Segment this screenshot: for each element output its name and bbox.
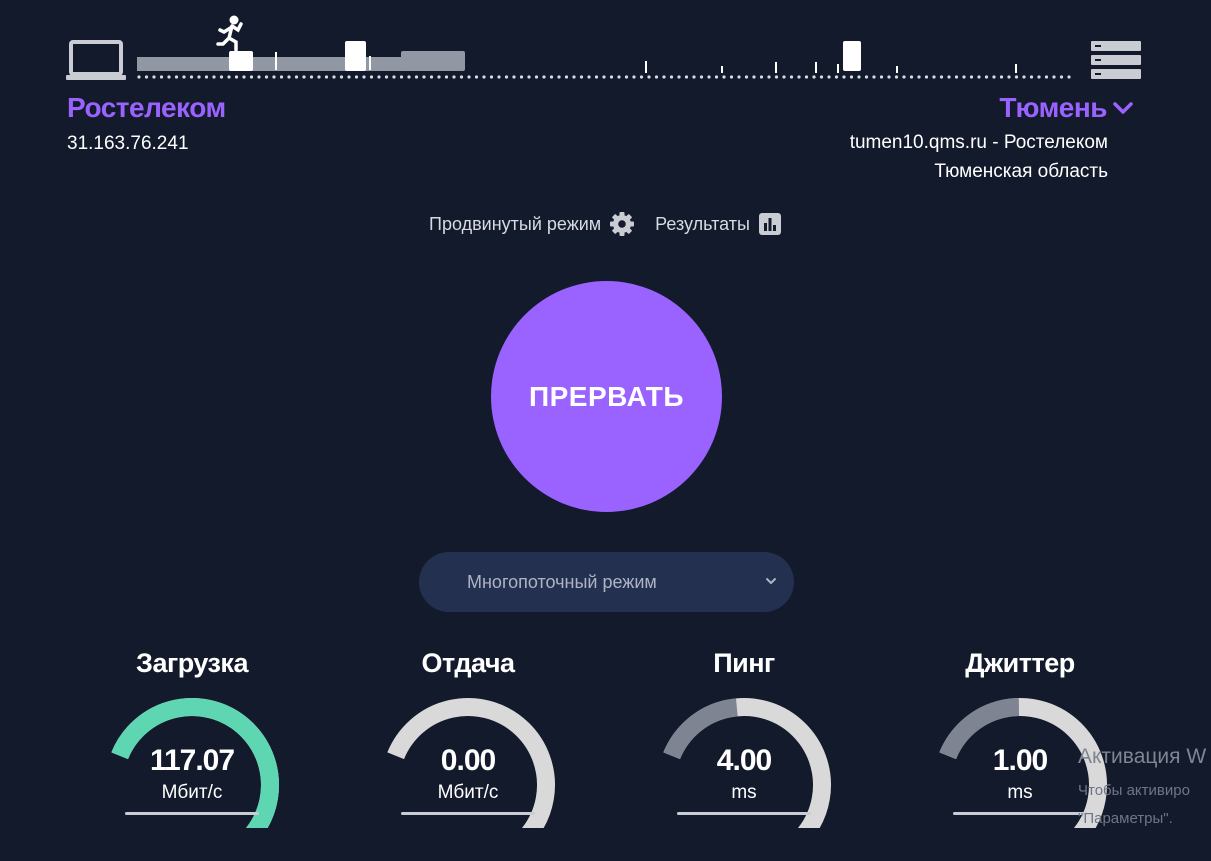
results-label: Результаты [655, 213, 750, 234]
provider-name: Ростелеком [67, 92, 226, 123]
progress-dots [137, 75, 1071, 79]
chevron-down-icon [1113, 102, 1133, 114]
gear-icon [610, 212, 635, 236]
bar-chart-icon [758, 213, 781, 235]
abort-button[interactable]: ПРЕРВАТЬ [491, 281, 722, 512]
results-link[interactable]: Результаты [655, 211, 782, 237]
laptop-icon [66, 40, 126, 80]
advanced-mode-label: Продвинутый режим [429, 213, 602, 234]
server-city: Тюмень [999, 92, 1107, 123]
progress-bar-block [401, 51, 465, 71]
gauge-unit: ms [731, 782, 757, 803]
gauge-value: 0.00 [440, 744, 496, 777]
gauge-title: Отдача [421, 648, 515, 678]
client-ip: 31.163.76.241 [67, 133, 189, 154]
mode-select-value: Многопоточный режим [467, 571, 657, 592]
gauge-underline [677, 812, 811, 815]
server-city-dropdown[interactable]: Тюмень [999, 92, 1135, 124]
gauge-download: Загрузка 117.07 Мбит/с [97, 648, 287, 833]
server-icon [1091, 41, 1141, 79]
packet-marker [345, 41, 366, 71]
gauge-underline [953, 812, 1087, 815]
gauge-underline [125, 812, 259, 815]
runner-icon [216, 15, 243, 52]
packet-marker [843, 41, 861, 71]
chevron-down-icon [766, 578, 776, 584]
gauge-value: 117.07 [149, 744, 235, 777]
advanced-mode-link[interactable]: Продвинутый режим [429, 211, 635, 237]
gauge-unit: Мбит/с [437, 782, 499, 803]
packet-marker [229, 51, 253, 71]
gauge-title: Джиттер [965, 648, 1075, 678]
mode-links: Продвинутый режим Результаты [0, 211, 1211, 237]
server-host: tumen10.qms.ru - Ростелеком [849, 132, 1108, 153]
gauge-unit: Мбит/с [161, 782, 223, 803]
activation-watermark-line: "Параметры". [1078, 810, 1173, 827]
gauge-ping: Пинг 4.00 ms [649, 648, 839, 833]
activation-watermark-line: Чтобы активиро [1078, 782, 1190, 799]
gauge-value: 4.00 [716, 744, 772, 777]
server-region: Тюменская область [934, 161, 1108, 182]
activation-watermark-title: Активация W [1078, 745, 1207, 768]
gauge-underline [401, 812, 535, 815]
gauge-title: Загрузка [136, 648, 248, 678]
gauge-title: Пинг [713, 648, 775, 678]
mode-select[interactable]: Многопоточный режим [419, 552, 794, 612]
gauge-upload: Отдача 0.00 Мбит/с [373, 648, 563, 833]
activation-watermark-text: Чтобы активиро "Параметры". [1078, 777, 1190, 833]
test-progress-route [66, 15, 1141, 80]
